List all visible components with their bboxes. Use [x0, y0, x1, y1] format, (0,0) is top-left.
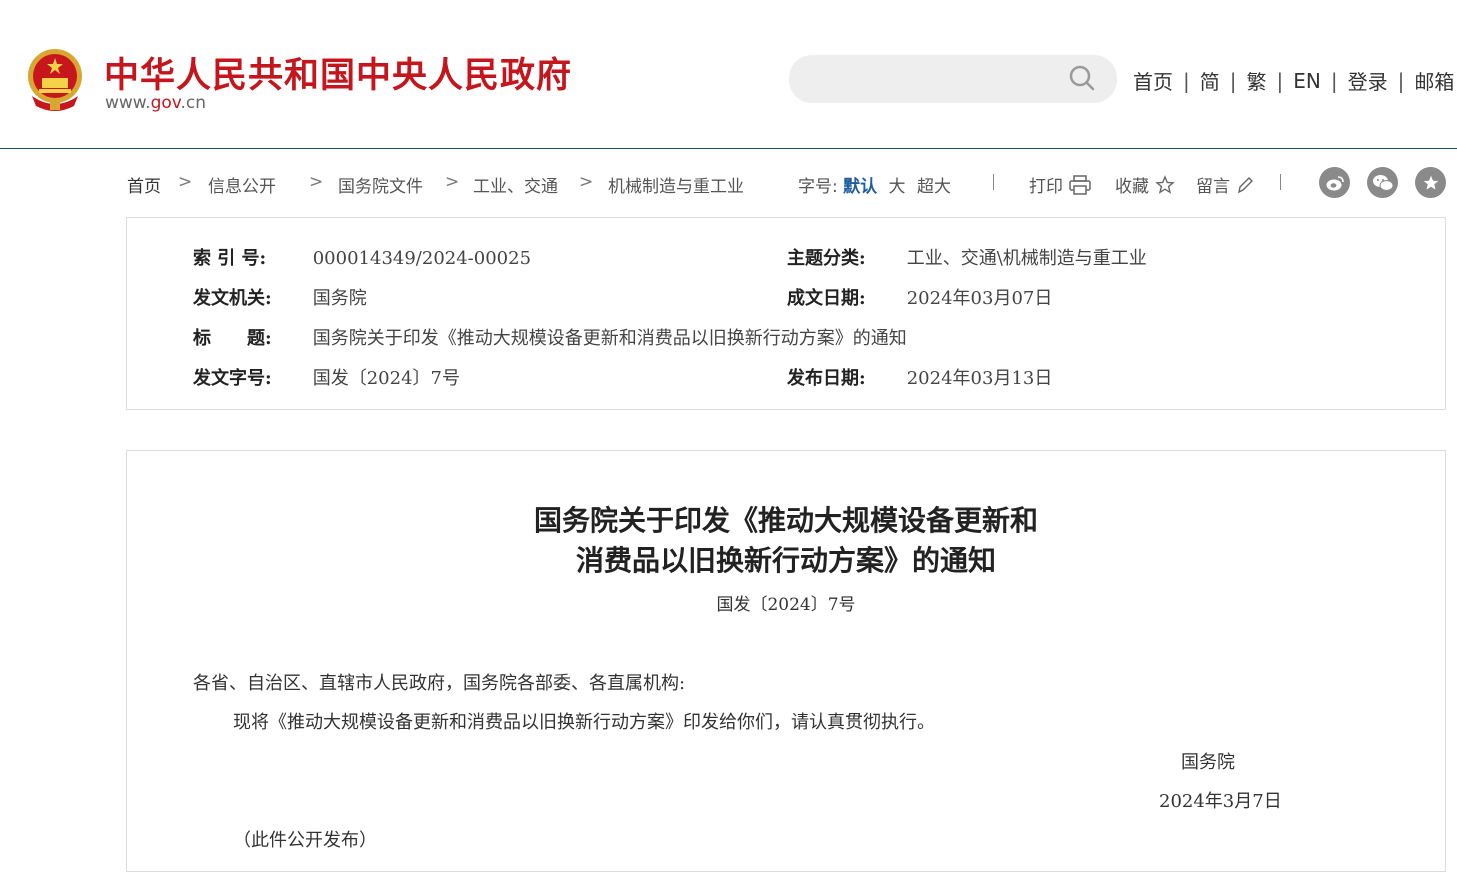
article-publish-note: （此件公开发布） — [233, 830, 377, 851]
breadcrumb-toolbar: 首页 > 信息公开 > 国务院文件 > 工业、交通 > 机械制造与重工业 字号:… — [127, 167, 1447, 198]
meta-issuer-row: 发文机关: 国务院 — [193, 284, 367, 310]
nav-separator: | — [1397, 68, 1405, 93]
meta-title-label: 标 题: — [193, 328, 272, 349]
star-icon — [1155, 174, 1175, 194]
breadcrumb-industry-transport[interactable]: 工业、交通 — [473, 172, 558, 197]
star-share-icon[interactable] — [1415, 167, 1446, 198]
font-size-default[interactable]: 默认 — [843, 177, 877, 197]
chevron-right-icon: > — [579, 172, 594, 192]
breadcrumb-info-disclosure[interactable]: 信息公开 — [208, 172, 276, 197]
article-salutation: 各省、自治区、直辖市人民政府，国务院各部委、各直属机构: — [193, 673, 686, 694]
comment-label: 留言 — [1196, 177, 1230, 197]
article-body-paragraph: 现将《推动大规模设备更新和消费品以旧换新行动方案》印发给你们，请认真贯彻执行。 — [233, 712, 935, 733]
divider — [1280, 174, 1281, 190]
breadcrumb-state-council-docs[interactable]: 国务院文件 — [338, 172, 423, 197]
comment-button[interactable]: 留言 — [1196, 172, 1254, 197]
print-label: 打印 — [1029, 177, 1063, 197]
breadcrumb-machinery[interactable]: 机械制造与重工业 — [608, 172, 744, 197]
font-size-selector: 字号: 默认 大 超大 — [798, 172, 951, 197]
meta-written-date-row: 成文日期: 2024年03月07日 — [787, 284, 1052, 310]
meta-publish-date-row: 发布日期: 2024年03月13日 — [787, 364, 1052, 390]
meta-publish-date-value: 2024年03月13日 — [906, 368, 1053, 389]
nav-login-link[interactable]: 登录 — [1348, 66, 1388, 95]
meta-doc-no-row: 发文字号: 国发〔2024〕7号 — [193, 364, 460, 390]
nav-separator: | — [1330, 68, 1338, 93]
chevron-right-icon: > — [178, 172, 193, 192]
document-metadata: 索 引 号: 000014349/2024-00025 主题分类: 工业、交通\… — [126, 217, 1446, 410]
meta-title-row: 标 题: 国务院关于印发《推动大规模设备更新和消费品以旧换新行动方案》的通知 — [193, 324, 907, 350]
weibo-icon[interactable] — [1319, 167, 1350, 198]
top-nav: 首页 | 简 | 繁 | EN | 登录 | 邮箱 — [1133, 66, 1454, 95]
site-header: 中华人民共和国中央人民政府 www.gov.cn 首页 | 简 | 繁 | EN… — [0, 0, 1457, 149]
article-signature: 国务院 — [1181, 752, 1235, 773]
nav-separator: | — [1229, 68, 1237, 93]
breadcrumb-home[interactable]: 首页 — [127, 172, 161, 197]
meta-index-label: 索 引 号: — [193, 248, 267, 269]
nav-english-link[interactable]: EN — [1293, 69, 1321, 93]
site-title[interactable]: 中华人民共和国中央人民政府 — [104, 47, 572, 98]
article-content: 国务院关于印发《推动大规模设备更新和 消费品以旧换新行动方案》的通知 国发〔20… — [126, 450, 1446, 872]
nav-traditional-link[interactable]: 繁 — [1247, 66, 1267, 95]
printer-icon — [1069, 174, 1091, 195]
chevron-right-icon: > — [445, 172, 460, 192]
meta-topic-value: 工业、交通\机械制造与重工业 — [906, 248, 1147, 269]
meta-doc-no-label: 发文字号: — [193, 368, 272, 389]
meta-publish-date-label: 发布日期: — [787, 368, 866, 389]
nav-home-link[interactable]: 首页 — [1133, 66, 1173, 95]
pencil-icon — [1238, 176, 1253, 193]
article-date: 2024年3月7日 — [1159, 791, 1282, 812]
meta-written-date-label: 成文日期: — [787, 288, 866, 309]
article-title: 国务院关于印发《推动大规模设备更新和 消费品以旧换新行动方案》的通知 — [127, 501, 1445, 581]
wechat-icon[interactable] — [1367, 167, 1398, 198]
meta-doc-no-value: 国发〔2024〕7号 — [312, 368, 460, 389]
nav-separator: | — [1183, 68, 1190, 93]
meta-written-date-value: 2024年03月07日 — [906, 288, 1053, 309]
article-title-line2: 消费品以旧换新行动方案》的通知 — [575, 544, 996, 577]
divider — [993, 174, 994, 190]
national-emblem-icon[interactable] — [24, 46, 86, 112]
meta-index-row: 索 引 号: 000014349/2024-00025 — [193, 244, 531, 270]
meta-title-value: 国务院关于印发《推动大规模设备更新和消费品以旧换新行动方案》的通知 — [312, 328, 907, 349]
font-size-xlarge[interactable]: 超大 — [917, 177, 951, 197]
favorite-button[interactable]: 收藏 — [1115, 172, 1175, 197]
meta-index-value: 000014349/2024-00025 — [312, 248, 532, 269]
meta-topic-label: 主题分类: — [787, 248, 866, 269]
site-url: www.gov.cn — [105, 93, 207, 113]
search-icon[interactable] — [1068, 64, 1096, 92]
nav-mail-link[interactable]: 邮箱 — [1414, 66, 1454, 95]
nav-simplified-link[interactable]: 简 — [1200, 66, 1220, 95]
article-doc-number: 国发〔2024〕7号 — [716, 595, 856, 615]
chevron-right-icon: > — [309, 172, 324, 192]
font-size-label: 字号: — [798, 177, 838, 197]
nav-separator: | — [1276, 68, 1284, 93]
font-size-large[interactable]: 大 — [889, 177, 906, 197]
article-title-line1: 国务院关于印发《推动大规模设备更新和 — [533, 504, 1038, 537]
favorite-label: 收藏 — [1115, 177, 1149, 197]
meta-topic-row: 主题分类: 工业、交通\机械制造与重工业 — [787, 244, 1147, 270]
print-button[interactable]: 打印 — [1029, 172, 1091, 197]
meta-issuer-value: 国务院 — [312, 288, 367, 309]
meta-issuer-label: 发文机关: — [193, 288, 272, 309]
